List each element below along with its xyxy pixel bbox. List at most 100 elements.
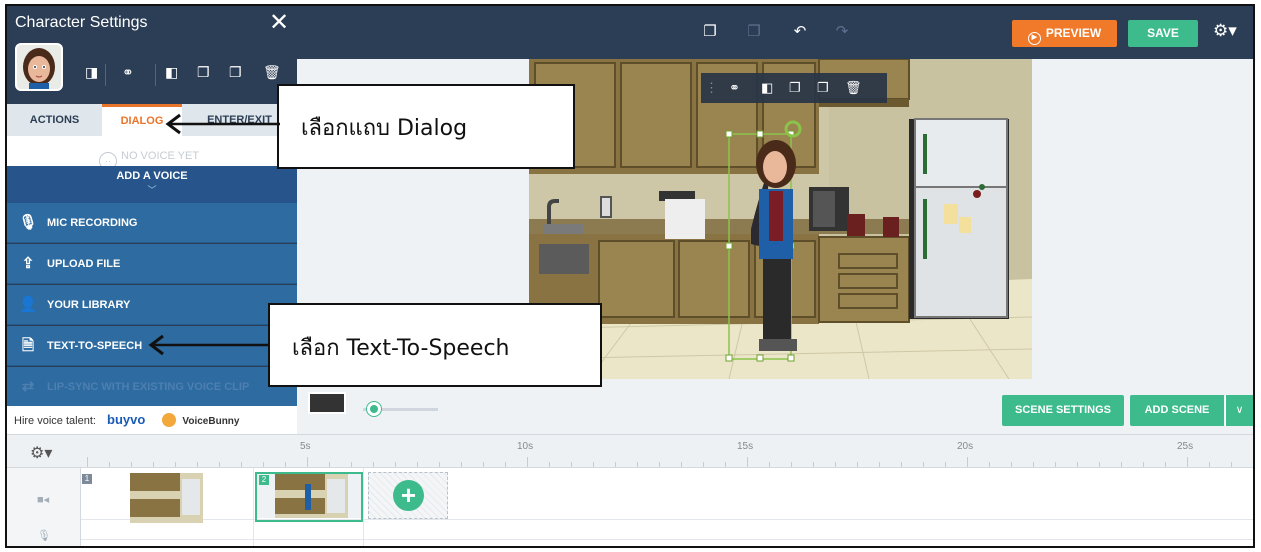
app-window: ❐ ❐ ↶ ↷ ▶ PREVIEW SAVE ⚙▾ ⋮ ⚭ ◧ ❐ ❐ 🗑 Ch…	[5, 4, 1255, 548]
flip-icon[interactable]: ◧	[761, 80, 773, 96]
track-headers: ■◂ 🎙	[7, 468, 81, 546]
hire-voice-talent: Hire voice talent: buyvo VoiceBunny	[7, 406, 297, 434]
video-camera-icon: ■◂	[37, 494, 50, 506]
tts-callout: เลือก Text-To-Speech	[268, 303, 602, 387]
buyvo-link[interactable]: buyvo	[107, 412, 145, 427]
ruler-tick	[593, 462, 594, 467]
scene-2-thumbnail[interactable]: 2	[255, 472, 363, 522]
trash-icon[interactable]: 🗑	[263, 64, 281, 81]
ruler-tick	[703, 462, 704, 467]
flip-icon[interactable]: ◧	[165, 64, 178, 81]
ruler-tick	[637, 462, 638, 467]
scene-number: 1	[82, 474, 92, 484]
no-voice-label: NO VOICE YET	[121, 150, 200, 162]
character-avatar[interactable]	[15, 43, 63, 91]
option-label: UPLOAD FILE	[47, 258, 121, 270]
option-lip-sync[interactable]: ⇄ LIP-SYNC WITH EXISTING VOICE CLIP	[7, 367, 297, 407]
ruler-tick	[175, 462, 176, 467]
add-scene-slot[interactable]: +	[368, 472, 448, 519]
ruler-tick	[945, 462, 946, 467]
option-label: MIC RECORDING	[47, 217, 138, 229]
swap-character-icon[interactable]: ⚭	[122, 64, 134, 81]
ruler-tick	[373, 462, 374, 467]
ruler-tick	[1231, 462, 1232, 467]
paste-icon[interactable]: ❐	[229, 64, 242, 81]
scene-settings-button[interactable]: SCENE SETTINGS	[1002, 395, 1124, 426]
voice-status-area: ·· NO VOICE YET	[7, 136, 297, 170]
trash-icon[interactable]: 🗑	[845, 80, 862, 96]
ruler-tick	[747, 457, 748, 467]
microphone-icon: 🎙	[18, 214, 38, 231]
copy-element-icon[interactable]: ❐	[789, 80, 801, 96]
ruler-tick	[307, 457, 308, 467]
document-speaker-icon: 🗎	[21, 337, 35, 354]
plus-icon[interactable]: +	[393, 480, 424, 511]
scene-stage[interactable]	[529, 59, 1032, 379]
scene-thumbnail-toggle[interactable]	[308, 392, 346, 414]
chevron-down-icon[interactable]: ∨	[1225, 395, 1253, 426]
timeline-ruler[interactable]: ⚙▾ 5s 10s 15s 20s 25s	[7, 435, 1253, 468]
ruler-tick	[549, 462, 550, 467]
person-icon: 👤	[18, 296, 38, 313]
add-scene-button[interactable]: ADD SCENE	[1130, 395, 1224, 426]
dialog-callout: เลือกแถบ Dialog	[277, 84, 575, 169]
tab-actions[interactable]: ACTIONS	[7, 104, 102, 136]
scene-number: 2	[259, 475, 269, 485]
paste-icon[interactable]: ❐	[745, 23, 763, 41]
voicebunny-link[interactable]: VoiceBunny	[182, 416, 239, 427]
ruler-tick	[241, 462, 242, 467]
ruler-tick	[329, 462, 330, 467]
undo-icon[interactable]: ↶	[791, 23, 809, 41]
ruler-tick	[967, 457, 968, 467]
redo-icon[interactable]: ↷	[833, 23, 851, 41]
ruler-tick	[901, 462, 902, 467]
timeline-gear-icon[interactable]: ⚙▾	[30, 443, 52, 463]
copy-icon[interactable]: ❐	[701, 23, 719, 41]
add-voice-header[interactable]: ADD A VOICE ﹀	[7, 166, 297, 203]
ruler-tick	[725, 462, 726, 467]
ruler-tick	[197, 462, 198, 467]
hire-label: Hire voice talent:	[14, 415, 96, 427]
voicebunny-logo-icon	[162, 413, 177, 427]
option-upload-file[interactable]: ⇪ UPLOAD FILE	[7, 244, 297, 284]
ruler-tick	[879, 462, 880, 467]
scene-1-thumbnail[interactable]: 1	[82, 473, 203, 523]
tick-label: 25s	[1177, 441, 1194, 452]
save-button[interactable]: SAVE	[1128, 20, 1198, 47]
ruler-tick	[1033, 462, 1034, 467]
ruler-tick	[285, 462, 286, 467]
ruler-tick	[769, 462, 770, 467]
zoom-slider-handle[interactable]	[367, 402, 381, 416]
ruler-tick	[527, 457, 528, 467]
dialog-callout-text: เลือกแถบ Dialog	[301, 116, 468, 141]
upload-icon: ⇪	[21, 255, 35, 272]
paste-element-icon[interactable]: ❐	[817, 80, 829, 96]
ruler-tick	[461, 462, 462, 467]
ruler-tick	[351, 462, 352, 467]
settings-gear-icon[interactable]: ⚙▾	[1213, 21, 1237, 41]
preview-button[interactable]: ▶ PREVIEW	[1012, 20, 1117, 47]
ruler-tick	[813, 462, 814, 467]
tts-arrow	[148, 334, 269, 356]
ruler-tick	[417, 462, 418, 467]
option-your-library[interactable]: 👤 YOUR LIBRARY	[7, 285, 297, 325]
drag-handle-icon[interactable]: ⋮	[705, 80, 718, 96]
replace-character-icon[interactable]: ◨	[85, 64, 98, 81]
ruler-tick	[1121, 462, 1122, 467]
ruler-tick	[1143, 462, 1144, 467]
swap-character-icon[interactable]: ⚭	[729, 80, 740, 96]
lip-sync-icon: ⇄	[21, 378, 35, 395]
ruler-tick	[571, 462, 572, 467]
tts-callout-text: เลือก Text-To-Speech	[292, 336, 510, 361]
microphone-icon: 🎙	[37, 530, 51, 542]
ruler-tick	[1209, 462, 1210, 467]
preview-label: PREVIEW	[1045, 26, 1102, 40]
close-icon[interactable]: ✕	[269, 8, 289, 37]
copy-icon[interactable]: ❐	[197, 64, 210, 81]
option-label: YOUR LIBRARY	[47, 299, 131, 311]
ruler-tick	[681, 462, 682, 467]
option-mic-recording[interactable]: 🎙 MIC RECORDING	[7, 203, 297, 243]
ruler-tick	[791, 462, 792, 467]
ruler-tick	[1077, 462, 1078, 467]
ruler-tick	[109, 462, 110, 467]
